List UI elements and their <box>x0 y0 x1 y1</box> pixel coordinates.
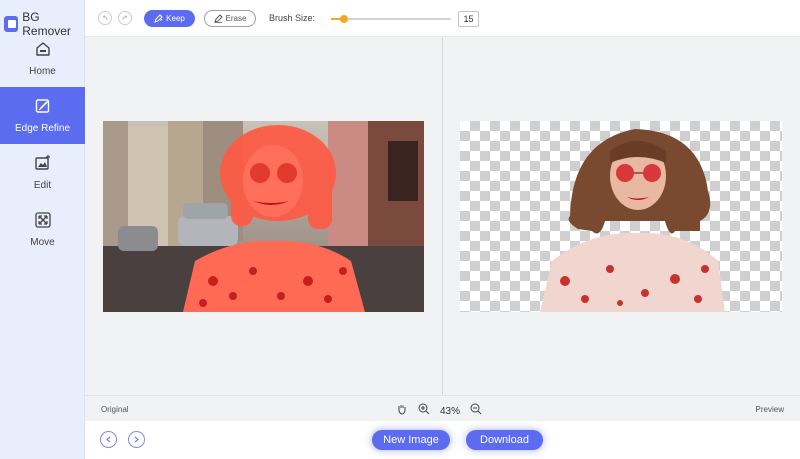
brush-size-label: Brush Size: <box>269 13 316 23</box>
preview-image[interactable] <box>460 121 782 312</box>
download-button[interactable]: Download <box>466 430 543 450</box>
slider-thumb[interactable] <box>340 15 349 23</box>
bottom-bar: New Image Download <box>85 421 800 459</box>
keep-brush-icon <box>154 14 163 23</box>
erase-button[interactable]: Erase <box>204 10 256 27</box>
sidebar-item-move[interactable]: Move <box>0 201 85 258</box>
toolbar: Keep Erase Brush Size: 15 <box>85 0 800 37</box>
sidebar-item-label: Move <box>30 237 55 248</box>
sidebar: BG Remover Home Edge Refine Edit Move <box>0 0 85 459</box>
new-image-button[interactable]: New Image <box>372 430 450 450</box>
original-label: Original <box>101 405 129 414</box>
chevron-left-icon <box>106 436 111 443</box>
sidebar-item-label: Edge Refine <box>14 123 71 134</box>
chevron-right-icon <box>134 436 139 443</box>
status-bar: Original 43% Preview <box>85 395 800 421</box>
previous-button[interactable] <box>100 431 117 448</box>
home-icon <box>32 38 54 60</box>
zoom-out-icon <box>470 403 482 415</box>
original-photo-illustration <box>103 121 424 312</box>
zoom-controls: 43% <box>396 402 482 420</box>
erase-label: Erase <box>225 14 247 23</box>
hand-icon <box>398 405 406 415</box>
next-button[interactable] <box>128 431 145 448</box>
keep-button[interactable]: Keep <box>144 10 195 27</box>
sidebar-item-edge-refine[interactable]: Edge Refine <box>0 87 85 144</box>
keep-label: Keep <box>166 14 185 23</box>
zoom-out-button[interactable] <box>470 402 482 420</box>
pan-tool-button[interactable] <box>396 402 408 420</box>
redo-icon <box>122 15 128 21</box>
undo-button[interactable] <box>98 11 112 25</box>
zoom-in-button[interactable] <box>418 402 430 420</box>
redo-button[interactable] <box>118 11 132 25</box>
sidebar-item-label: Edit <box>33 180 52 191</box>
sidebar-item-home[interactable]: Home <box>0 30 85 87</box>
canvas-area <box>85 37 800 395</box>
move-icon <box>32 209 54 231</box>
edit-image-icon <box>32 152 54 174</box>
undo-icon <box>102 15 108 21</box>
zoom-value: 43% <box>440 405 461 417</box>
brush-size-slider[interactable] <box>331 15 451 23</box>
canvas-divider <box>442 37 443 395</box>
preview-label: Preview <box>755 405 784 414</box>
sidebar-item-edit[interactable]: Edit <box>0 144 85 201</box>
sidebar-item-label: Home <box>29 66 56 77</box>
original-image[interactable] <box>103 121 424 312</box>
edge-refine-icon <box>32 95 54 117</box>
brush-size-value[interactable]: 15 <box>458 11 479 27</box>
preview-cutout-illustration <box>540 129 725 312</box>
eraser-icon <box>213 14 223 23</box>
zoom-in-icon <box>418 403 430 415</box>
